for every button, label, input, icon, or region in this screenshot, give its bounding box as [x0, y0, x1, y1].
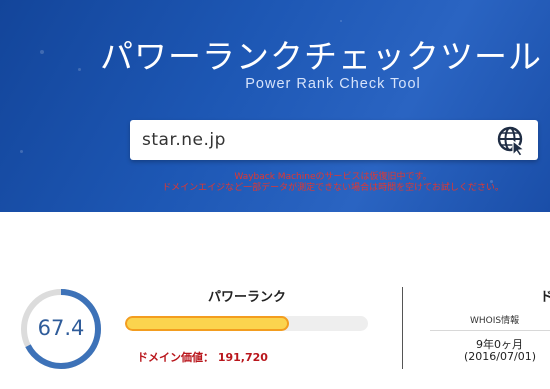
divider-line — [430, 330, 550, 331]
search-box — [130, 120, 538, 160]
service-notice-line: ドメインエイジなど一部データが測定できない場合は時間を空けてお試しください。 — [162, 183, 504, 193]
background-glow-dot — [78, 68, 81, 71]
background-glow-dot — [340, 20, 342, 22]
domain-search-input[interactable] — [142, 127, 482, 153]
service-notice-line: Wayback Machineのサービスは仮復旧中です。 — [234, 172, 432, 182]
domain-age-date: (2016/07/01) — [464, 350, 536, 363]
power-rank-score: 67.4 — [37, 316, 85, 340]
domain-value: ドメイン価値： 191,720 — [137, 351, 268, 364]
power-rank-label: パワーランク — [207, 290, 286, 305]
section-divider — [402, 287, 403, 369]
search-button[interactable] — [496, 125, 528, 157]
globe-cursor-icon — [497, 126, 526, 157]
power-rank-bar — [125, 316, 368, 331]
whois-label: WHOIS情報 — [470, 316, 520, 326]
page-subtitle: Power Rank Check Tool — [245, 76, 421, 92]
power-rank-bar-fill — [125, 316, 289, 331]
page-title: パワーランクチェックツール — [100, 37, 542, 76]
background-glow-dot — [20, 150, 23, 153]
background-glow-dot — [40, 50, 44, 54]
domain-age-heading: ド — [540, 290, 550, 305]
header-banner: パワーランクチェックツール Power Rank Check Tool Wayb… — [0, 0, 550, 212]
